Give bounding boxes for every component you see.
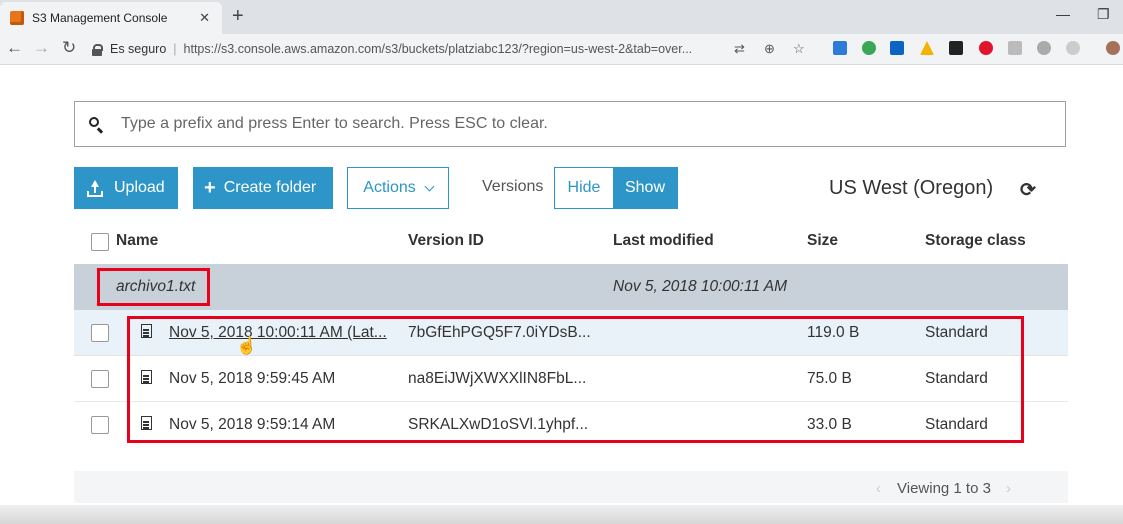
version-size: 119.0 B: [807, 324, 860, 341]
table-row[interactable]: Nov 5, 2018 9:59:45 AM na8EiJWjXWXXlIN8F…: [74, 356, 1068, 402]
row-checkbox[interactable]: [91, 370, 109, 388]
next-page-icon[interactable]: ›: [1006, 480, 1011, 497]
secure-label: Es seguro: [110, 42, 167, 56]
restore-window-button[interactable]: ❐: [1097, 6, 1110, 23]
extension-icon-2[interactable]: [862, 41, 876, 55]
version-link[interactable]: Nov 5, 2018 9:59:14 AM: [169, 416, 335, 434]
hand-cursor-icon: ☝: [236, 336, 258, 355]
versions-label: Versions: [482, 178, 544, 195]
actions-dropdown[interactable]: Actions: [347, 167, 449, 209]
back-arrow-icon[interactable]: ←: [6, 38, 23, 58]
aws-favicon-icon: [10, 11, 24, 25]
version-id: 7bGfEhPGQ5F7.0iYDsB...: [408, 324, 591, 341]
region-label: US West (Oregon): [829, 177, 994, 199]
tab-title: S3 Management Console: [32, 11, 168, 25]
create-folder-label: Create folder: [223, 179, 317, 196]
browser-toolbar: ← → ↻ Es seguro | https://s3.console.aws…: [0, 34, 1123, 65]
version-id: na8EiJWjXWXXlIN8FbL...: [408, 370, 587, 387]
opera-extension-icon[interactable]: [979, 41, 993, 55]
file-icon: [141, 416, 152, 430]
version-size: 75.0 B: [807, 370, 852, 387]
show-versions-button[interactable]: Show: [613, 168, 677, 208]
linkedin-extension-icon[interactable]: [890, 41, 904, 55]
previous-page-icon[interactable]: ‹: [876, 480, 881, 497]
version-storage-class: Standard: [925, 370, 988, 387]
cloud-extension-icon[interactable]: [1037, 41, 1051, 55]
refresh-icon[interactable]: ⟳: [1020, 179, 1036, 202]
object-row[interactable]: archivo1.txt Nov 5, 2018 10:00:11 AM: [74, 264, 1068, 310]
version-id: SRKALXwD1oSVl.1yhpf...: [408, 416, 589, 433]
browser-tab-strip: S3 Management Console ✕ + — ❐: [0, 0, 1123, 34]
translate-icon[interactable]: ⇄: [734, 41, 745, 57]
reload-icon[interactable]: ↻: [62, 38, 76, 58]
address-divider: |: [173, 42, 177, 56]
column-name[interactable]: Name: [116, 232, 158, 250]
new-tab-button[interactable]: +: [232, 6, 244, 26]
actions-label: Actions: [363, 179, 416, 196]
file-icon: [141, 324, 152, 338]
pdf-extension-icon[interactable]: [1008, 41, 1022, 55]
upload-button[interactable]: Upload: [74, 167, 178, 209]
upload-label: Upload: [114, 179, 165, 196]
bottom-edge: [0, 505, 1123, 524]
url-text[interactable]: https://s3.console.aws.amazon.com/s3/buc…: [184, 42, 693, 56]
profile-avatar[interactable]: [1106, 41, 1120, 55]
drive-extension-icon[interactable]: [920, 41, 934, 55]
forward-arrow-icon[interactable]: →: [33, 38, 50, 58]
search-input[interactable]: [119, 114, 1023, 134]
object-last-modified: Nov 5, 2018 10:00:11 AM: [613, 278, 788, 295]
tab-close-icon[interactable]: ✕: [199, 10, 210, 26]
hide-versions-button[interactable]: Hide: [555, 168, 613, 208]
version-link[interactable]: Nov 5, 2018 9:59:45 AM: [169, 370, 335, 388]
zoom-icon[interactable]: ⊕: [764, 41, 775, 57]
version-link[interactable]: Nov 5, 2018 10:00:11 AM (Lat...: [169, 324, 387, 342]
minimize-window-button[interactable]: —: [1056, 6, 1070, 22]
extension-icon-9[interactable]: [1066, 41, 1080, 55]
object-name: archivo1.txt: [116, 278, 196, 295]
lock-icon: [92, 43, 103, 56]
prefix-search-box[interactable]: [74, 101, 1066, 147]
version-size: 33.0 B: [807, 416, 852, 433]
table-header: Name Version ID Last modified Size Stora…: [74, 226, 1068, 265]
create-folder-button[interactable]: + Create folder: [193, 167, 333, 209]
row-checkbox[interactable]: [91, 416, 109, 434]
extension-icon-1[interactable]: [833, 41, 847, 55]
plus-icon: +: [204, 177, 216, 199]
column-storage-class[interactable]: Storage class: [925, 232, 1026, 250]
table-row[interactable]: Nov 5, 2018 9:59:14 AM SRKALXwD1oSVl.1yh…: [74, 402, 1068, 448]
column-size[interactable]: Size: [807, 232, 838, 250]
search-icon: [89, 116, 104, 132]
upload-icon: [86, 179, 104, 197]
select-all-checkbox[interactable]: [91, 233, 109, 251]
browser-tab[interactable]: S3 Management Console ✕: [0, 2, 222, 34]
versions-toggle: Hide Show: [554, 167, 678, 209]
column-version-id[interactable]: Version ID: [408, 232, 484, 250]
version-storage-class: Standard: [925, 416, 988, 433]
address-bar[interactable]: Es seguro | https://s3.console.aws.amazo…: [92, 37, 822, 61]
table-row[interactable]: Nov 5, 2018 10:00:11 AM (Lat... 7bGfEhPG…: [74, 310, 1068, 356]
amazon-extension-icon[interactable]: [949, 41, 963, 55]
version-storage-class: Standard: [925, 324, 988, 341]
row-checkbox[interactable]: [91, 324, 109, 342]
pagination-status: Viewing 1 to 3: [897, 480, 991, 497]
bookmark-star-icon[interactable]: ☆: [793, 41, 805, 57]
file-icon: [141, 370, 152, 384]
chevron-down-icon: [424, 181, 435, 191]
column-last-modified[interactable]: Last modified: [613, 232, 714, 250]
